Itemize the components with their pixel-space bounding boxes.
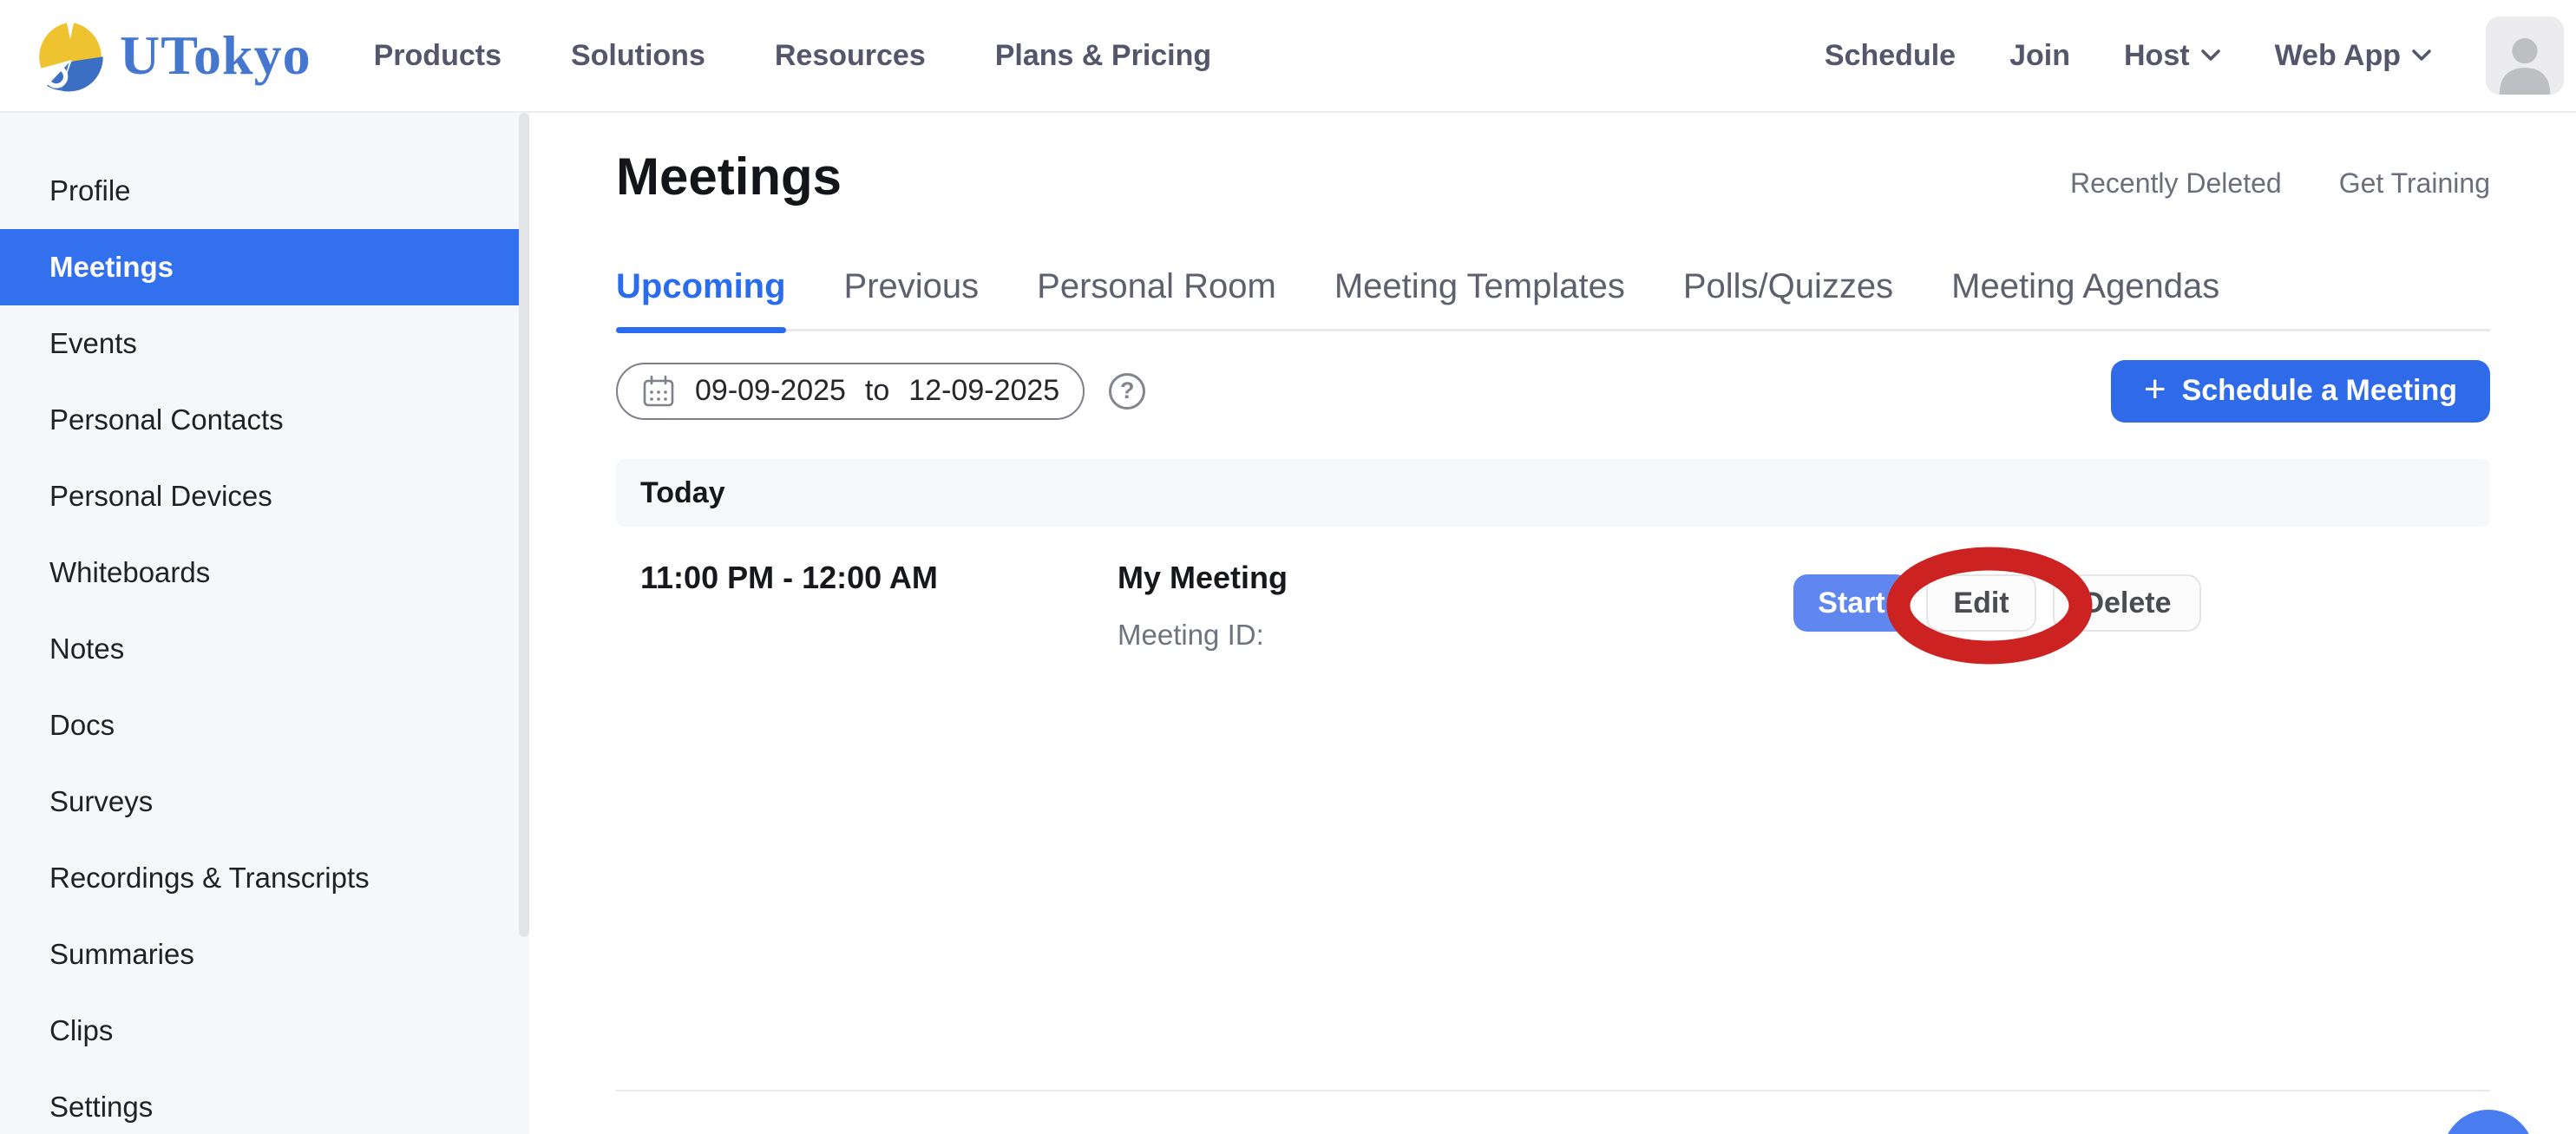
- nav-products[interactable]: Products: [374, 39, 501, 73]
- host-menu-label: Host: [2124, 39, 2190, 73]
- sidebar-item-recordings-transcripts[interactable]: Recordings & Transcripts: [0, 840, 529, 916]
- date-group-label: Today: [640, 476, 725, 510]
- help-icon[interactable]: ?: [1109, 373, 1145, 410]
- date-range-picker[interactable]: 09-09-2025 to 12-09-2025: [616, 363, 1085, 420]
- tab-previous[interactable]: Previous: [844, 267, 980, 329]
- start-button[interactable]: Start: [1793, 574, 1910, 632]
- utokyo-ginkgo-icon: [33, 18, 108, 93]
- meeting-row: 11:00 PM - 12:00 AM My Meeting Meeting I…: [616, 527, 2490, 652]
- nav-plans-pricing[interactable]: Plans & Pricing: [995, 39, 1211, 73]
- chevron-down-icon: [2200, 49, 2221, 62]
- title-links: Recently Deleted Get Training: [2070, 167, 2490, 203]
- tab-personal-room[interactable]: Personal Room: [1037, 267, 1276, 329]
- sidebar-item-meetings[interactable]: Meetings: [0, 229, 529, 305]
- sidebar-item-personal-contacts[interactable]: Personal Contacts: [0, 382, 529, 458]
- date-separator: to: [865, 374, 889, 408]
- schedule-link-label: Schedule: [1825, 39, 1956, 73]
- date-group-header: Today: [616, 459, 2490, 527]
- edit-button[interactable]: Edit: [1926, 574, 2036, 632]
- tab-meeting-agendas[interactable]: Meeting Agendas: [1951, 267, 2219, 329]
- meeting-actions: Start Edit Delete: [1793, 574, 2201, 632]
- date-start-value: 09-09-2025: [695, 374, 846, 408]
- calendar-icon: [641, 374, 676, 409]
- sidebar-item-events[interactable]: Events: [0, 305, 529, 382]
- plus-icon: +: [2144, 370, 2166, 409]
- person-icon: [2491, 27, 2559, 95]
- delete-button[interactable]: Delete: [2053, 574, 2201, 632]
- date-end-value: 12-09-2025: [908, 374, 1059, 408]
- tab-upcoming[interactable]: Upcoming: [616, 267, 786, 329]
- sidebar-item-docs[interactable]: Docs: [0, 687, 529, 764]
- page-title: Meetings: [616, 151, 842, 203]
- brand-logo[interactable]: UTokyo: [33, 18, 311, 93]
- meeting-id-label: Meeting ID:: [1118, 619, 1288, 652]
- meeting-info: My Meeting Meeting ID:: [1118, 560, 1288, 652]
- list-divider: [616, 1090, 2490, 1091]
- tab-polls-quizzes[interactable]: Polls/Quizzes: [1683, 267, 1893, 329]
- sidebar-item-notes[interactable]: Notes: [0, 611, 529, 687]
- web-app-menu[interactable]: Web App: [2275, 39, 2432, 73]
- join-link[interactable]: Join: [2009, 39, 2070, 73]
- get-training-link[interactable]: Get Training: [2339, 167, 2490, 200]
- recently-deleted-link[interactable]: Recently Deleted: [2070, 167, 2282, 200]
- web-app-menu-label: Web App: [2275, 39, 2401, 73]
- host-menu[interactable]: Host: [2124, 39, 2221, 73]
- main-nav: Products Solutions Resources Plans & Pri…: [374, 39, 1212, 73]
- user-avatar[interactable]: [2486, 16, 2564, 95]
- sidebar-scrollbar[interactable]: [519, 113, 529, 937]
- sidebar-item-settings[interactable]: Settings: [0, 1069, 529, 1134]
- sidebar-item-whiteboards[interactable]: Whiteboards: [0, 534, 529, 611]
- header-actions: Schedule Join Host Web App: [1825, 16, 2564, 95]
- title-row: Meetings Recently Deleted Get Training: [616, 151, 2490, 203]
- meeting-list: Today 11:00 PM - 12:00 AM My Meeting Mee…: [616, 459, 2490, 652]
- tab-meeting-templates[interactable]: Meeting Templates: [1334, 267, 1625, 329]
- schedule-a-meeting-button[interactable]: + Schedule a Meeting: [2111, 360, 2490, 423]
- sidebar-item-personal-devices[interactable]: Personal Devices: [0, 458, 529, 534]
- chevron-down-icon: [2411, 49, 2432, 62]
- schedule-a-meeting-label: Schedule a Meeting: [2182, 374, 2457, 408]
- sidebar-item-profile[interactable]: Profile: [0, 153, 529, 229]
- meetings-tabs: Upcoming Previous Personal Room Meeting …: [616, 267, 2490, 331]
- meeting-title: My Meeting: [1118, 560, 1288, 596]
- sidebar-item-summaries[interactable]: Summaries: [0, 916, 529, 993]
- main-content: Meetings Recently Deleted Get Training U…: [529, 113, 2576, 1134]
- nav-solutions[interactable]: Solutions: [571, 39, 705, 73]
- sidebar-item-surveys[interactable]: Surveys: [0, 764, 529, 840]
- join-link-label: Join: [2009, 39, 2070, 73]
- sidebar-item-clips[interactable]: Clips: [0, 993, 529, 1069]
- schedule-link[interactable]: Schedule: [1825, 39, 1956, 73]
- nav-resources[interactable]: Resources: [775, 39, 926, 73]
- brand-name: UTokyo: [120, 23, 311, 88]
- top-header: UTokyo Products Solutions Resources Plan…: [0, 0, 2576, 113]
- controls-row: 09-09-2025 to 12-09-2025 ? + Schedule a …: [616, 359, 2490, 423]
- sidebar: Profile Meetings Events Personal Contact…: [0, 113, 529, 1134]
- meeting-time: 11:00 PM - 12:00 AM: [640, 560, 1118, 652]
